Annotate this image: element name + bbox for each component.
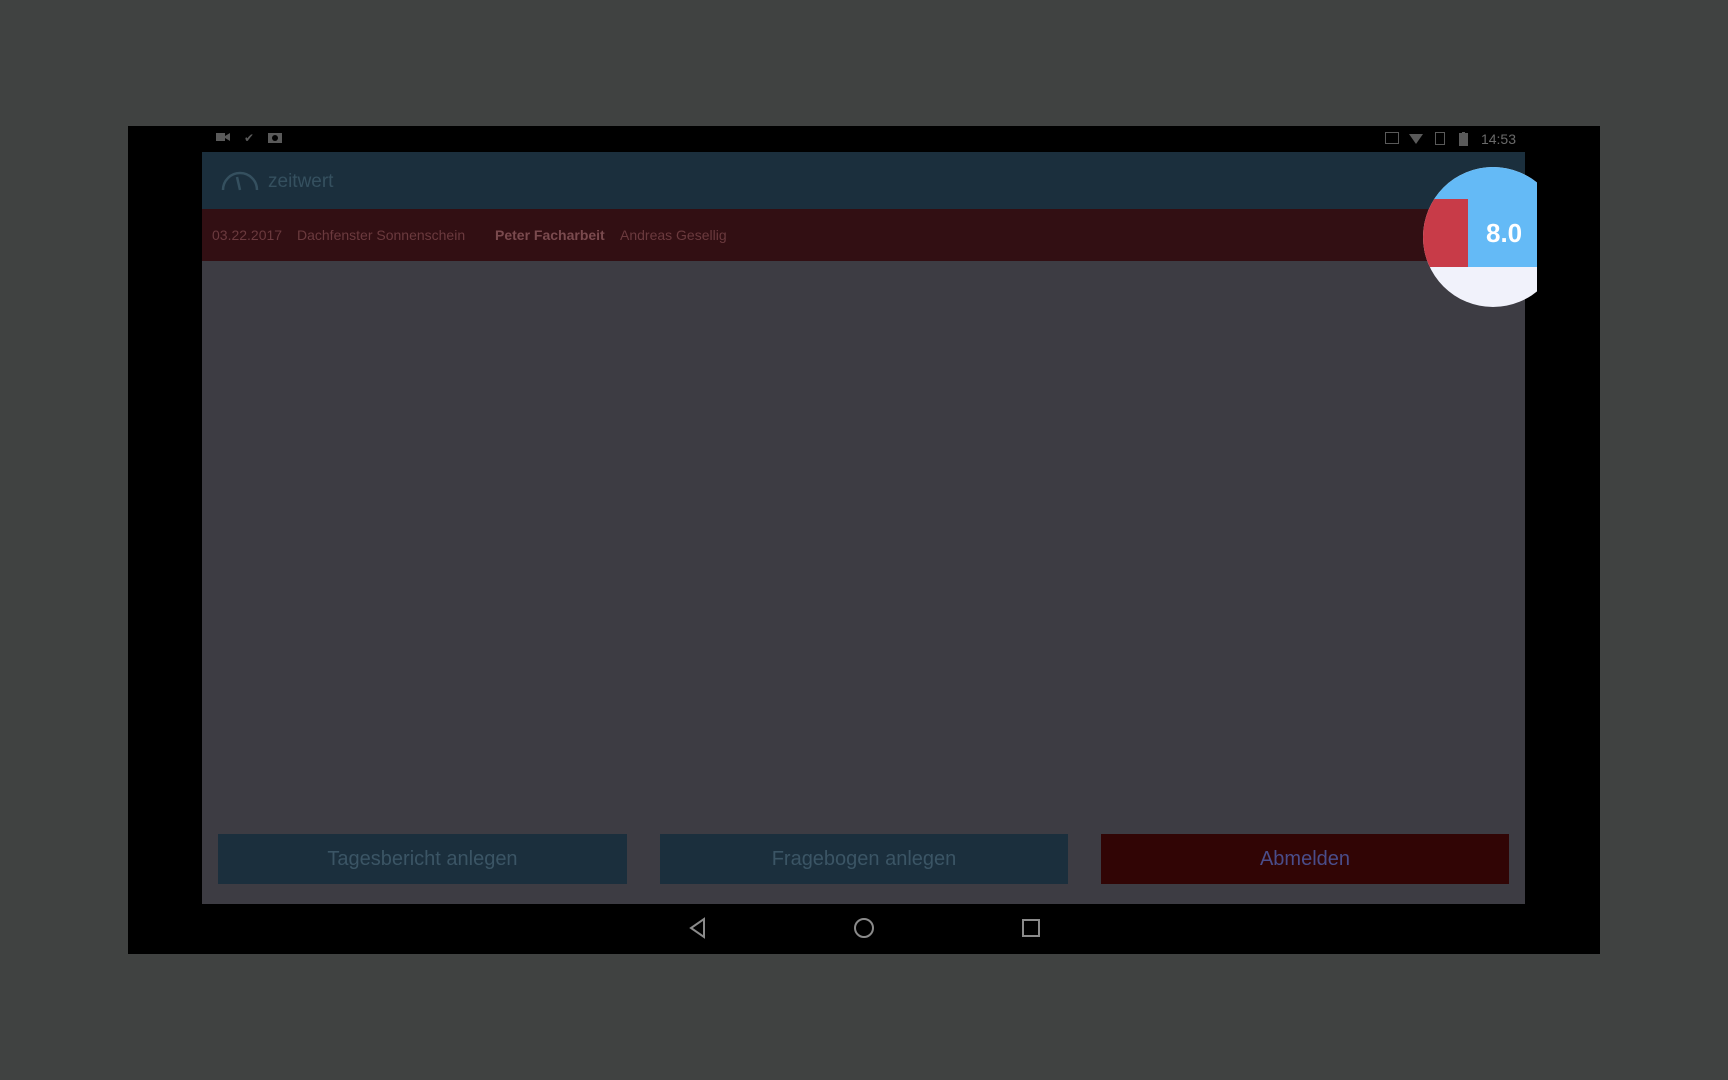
camera-icon (268, 131, 282, 145)
sim-icon (1433, 132, 1447, 146)
status-bar: ✔ 14:53 (202, 126, 1524, 152)
info-bar: 03.22.2017 Dachfenster Sonnenschein Pete… (202, 209, 1525, 261)
user-secondary: Andreas Gesellig (620, 227, 727, 243)
create-daily-report-button[interactable]: Tagesbericht anlegen (218, 834, 627, 884)
create-questionnaire-button[interactable]: Fragebogen anlegen (660, 834, 1068, 884)
battery-icon (1457, 132, 1471, 146)
status-time: 14:53 (1480, 131, 1516, 147)
cast-icon (1384, 132, 1399, 146)
user-primary: Peter Facharbeit (495, 227, 605, 243)
recents-icon[interactable] (1018, 915, 1044, 941)
check-icon: ✔ (243, 131, 255, 145)
logout-button[interactable]: Abmelden (1101, 834, 1509, 884)
tablet-frame: ✔ 14:53 zeitwert 03.22.2017 Dachfenster … (128, 126, 1600, 954)
magnifier-mask (1537, 160, 1567, 310)
wifi-icon (1408, 132, 1423, 146)
speedometer-icon (220, 166, 260, 197)
report-date: 03.22.2017 (212, 227, 283, 243)
project-name: Dachfenster Sonnenschein (297, 227, 466, 243)
content-area (202, 261, 1525, 834)
app-bar: zeitwert (202, 152, 1525, 209)
logo-text: zeitwert (268, 170, 334, 192)
video-icon (216, 131, 230, 145)
app-logo: zeitwert (220, 166, 333, 197)
android-nav-bar (128, 904, 1600, 954)
app-window: zeitwert 03.22.2017 Dachfenster Sonnensc… (202, 152, 1525, 904)
back-icon[interactable] (685, 915, 711, 941)
home-icon[interactable] (851, 915, 877, 941)
